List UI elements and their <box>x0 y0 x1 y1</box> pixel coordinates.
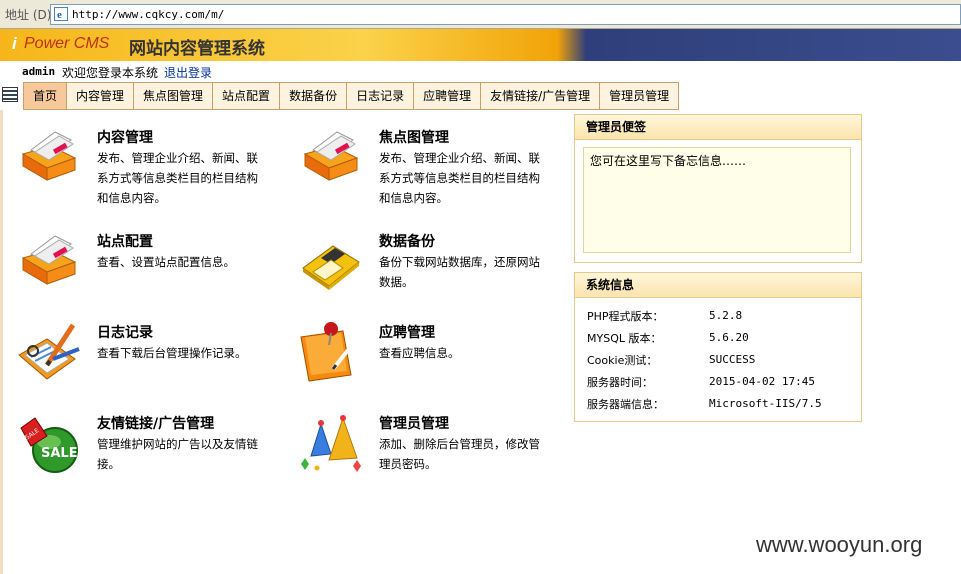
tab-logs[interactable]: 日志记录 <box>347 82 415 110</box>
url-text: http://www.cqkcy.com/m/ <box>72 8 225 21</box>
svg-text:e: e <box>57 9 62 21</box>
tab-focus-image[interactable]: 焦点图管理 <box>134 82 214 110</box>
module-desc: 备份下载网站数据库，还原网站数据。 <box>379 255 540 289</box>
module-title: 焦点图管理 <box>379 130 449 146</box>
memo-panel: 管理员便签 您可在这里写下备忘信息…… <box>574 114 862 263</box>
sysinfo-label: Cookie测试： <box>587 354 658 367</box>
module-desc: 发布、管理企业介绍、新闻、联系方式等信息类栏目的栏目结构和信息内容。 <box>379 151 540 205</box>
focus-image-stack-icon <box>303 131 359 181</box>
module-title: 友情链接/广告管理 <box>97 416 215 432</box>
ie-page-icon: e <box>54 7 68 21</box>
module-focus-image[interactable]: 焦点图管理 发布、管理企业介绍、新闻、联系方式等信息类栏目的栏目结构和信息内容。 <box>299 124 579 214</box>
module-jobs[interactable]: 应聘管理 查看应聘信息。 <box>299 319 579 409</box>
module-desc: 发布、管理企业介绍、新闻、联系方式等信息类栏目的栏目结构和信息内容。 <box>97 151 258 205</box>
nav-tabs: 首页 内容管理 焦点图管理 站点配置 数据备份 日志记录 应聘管理 友情链接/广… <box>23 82 680 110</box>
module-admins[interactable]: 管理员管理 添加、删除后台管理员，修改管理员密码。 <box>299 410 579 500</box>
brand-logo: Power CMS <box>24 35 110 52</box>
module-links-ads[interactable]: SALE SALE 友情链接/广告管理 管理维护网站的广告以及友情链接。 <box>17 410 297 500</box>
floppy-disk-icon <box>302 245 360 290</box>
sysinfo-value: Microsoft-IIS/7.5 <box>709 397 822 410</box>
module-content[interactable]: 内容管理 发布、管理企业介绍、新闻、联系方式等信息类栏目的栏目结构和信息内容。 <box>17 124 297 214</box>
tab-jobs[interactable]: 应聘管理 <box>414 82 482 110</box>
url-input[interactable]: e http://www.cqkcy.com/m/ <box>50 4 961 25</box>
username: admin <box>22 65 56 78</box>
sysinfo-value: 5.6.20 <box>709 331 749 344</box>
module-logs[interactable]: 日志记录 查看下载后台管理操作记录。 <box>17 319 297 409</box>
clipboard-pencil-icon <box>18 323 80 380</box>
tab-home[interactable]: 首页 <box>23 82 68 110</box>
tab-backup[interactable]: 数据备份 <box>280 82 348 110</box>
main-nav: 首页 内容管理 焦点图管理 站点配置 数据备份 日志记录 应聘管理 友情链接/广… <box>0 81 961 110</box>
party-hats-icon <box>301 415 361 472</box>
memo-title: 管理员便签 <box>575 115 861 140</box>
sysinfo-value: 5.2.8 <box>709 309 743 322</box>
module-desc: 查看下载后台管理操作记录。 <box>97 346 247 360</box>
tab-links-ads[interactable]: 友情链接/广告管理 <box>481 82 601 110</box>
module-desc: 添加、删除后台管理员，修改管理员密码。 <box>379 437 540 471</box>
module-desc: 查看应聘信息。 <box>379 346 460 360</box>
brand-i-glyph: i <box>12 34 17 53</box>
sysinfo-label: 服务器端信息： <box>587 398 664 411</box>
memo-textarea[interactable]: 您可在这里写下备忘信息…… <box>583 147 851 253</box>
sysinfo-panel: 系统信息 PHP程式版本： 5.2.8 MYSQL 版本： 5.6.20 Coo… <box>574 272 862 422</box>
welcome-bar: admin 欢迎您登录本系统 退出登录 <box>0 61 961 81</box>
address-bar: 地址 (D) e http://www.cqkcy.com/m/ <box>0 0 961 29</box>
module-site-config[interactable]: 站点配置 查看、设置站点配置信息。 <box>17 228 297 318</box>
module-title: 内容管理 <box>97 130 153 146</box>
site-config-stack-icon <box>21 235 77 285</box>
module-backup[interactable]: 数据备份 备份下载网站数据库，还原网站数据。 <box>299 228 579 318</box>
watermark: www.wooyun.org <box>756 532 923 557</box>
module-desc: 查看、设置站点配置信息。 <box>97 255 235 269</box>
tab-admins[interactable]: 管理员管理 <box>600 82 680 110</box>
content-stack-icon <box>21 131 77 181</box>
module-title: 应聘管理 <box>379 325 435 341</box>
left-border <box>0 110 3 574</box>
module-title: 管理员管理 <box>379 416 449 432</box>
sysinfo-label: PHP程式版本： <box>587 310 664 323</box>
module-desc: 管理维护网站的广告以及友情链接。 <box>97 437 258 471</box>
logout-link[interactable]: 退出登录 <box>164 64 212 81</box>
module-title: 日志记录 <box>97 325 153 341</box>
sale-tag-icon: SALE SALE <box>20 417 78 473</box>
header-banner: i Power CMS 网站内容管理系统 <box>0 29 961 61</box>
module-title: 数据备份 <box>379 234 435 250</box>
sysinfo-label: MYSQL 版本： <box>587 332 662 345</box>
menu-toggle-icon[interactable] <box>2 87 18 102</box>
module-title: 站点配置 <box>97 234 153 250</box>
notepad-pin-icon <box>300 322 359 382</box>
sysinfo-value: 2015-04-02 17:45 <box>709 375 815 388</box>
sysinfo-label: 服务器时间： <box>587 376 653 389</box>
address-label: 地址 (D) <box>5 8 52 22</box>
tab-content[interactable]: 内容管理 <box>67 82 135 110</box>
sysinfo-value: SUCCESS <box>709 353 756 366</box>
sysinfo-title: 系统信息 <box>575 273 861 298</box>
tab-site-config[interactable]: 站点配置 <box>213 82 281 110</box>
system-title: 网站内容管理系统 <box>129 39 265 59</box>
welcome-text: 欢迎您登录本系统 <box>62 66 159 80</box>
svg-text:SALE: SALE <box>41 446 78 461</box>
